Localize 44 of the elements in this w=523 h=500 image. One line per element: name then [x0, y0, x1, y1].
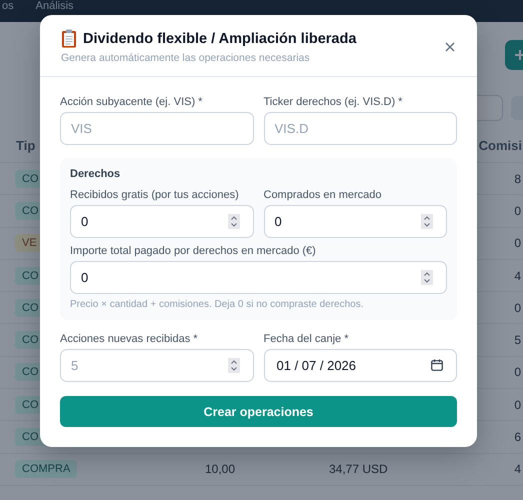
- field-label: Importe total pagado por derechos en mercado (€): [70, 245, 317, 257]
- table-cell: 0: [514, 204, 521, 218]
- hint-text: Precio × cantidad + comisiones. Deja 0 si no compraste derechos.: [70, 299, 364, 310]
- field-label: Comprados en mercado: [264, 189, 383, 201]
- nav-item[interactable]: os: [2, 0, 14, 12]
- field-label: Acción subyacente (ej. VIS) *: [60, 96, 204, 108]
- date-field[interactable]: 01 / 07 / 2026: [264, 349, 457, 382]
- table-cell: 0: [514, 300, 521, 315]
- column-header: Comisi: [478, 138, 522, 152]
- table-cell: 6: [514, 430, 521, 444]
- number-field[interactable]: 0: [70, 205, 254, 238]
- table-cell: 4: [514, 462, 521, 476]
- table-cell: 8: [514, 172, 521, 186]
- section-title: Derechos: [70, 168, 122, 180]
- modal-title: Dividendo flexible / Ampliación liberada: [83, 30, 356, 46]
- number-field[interactable]: 0: [264, 205, 447, 238]
- create-button[interactable]: Crear operaciones: [60, 396, 457, 427]
- spinner-icon[interactable]: [228, 358, 240, 373]
- nav-item[interactable]: Análisis: [36, 0, 74, 12]
- text-field[interactable]: VIS.D: [264, 112, 457, 145]
- spinner-icon[interactable]: [228, 214, 240, 229]
- plus-icon: [515, 50, 523, 60]
- text-field[interactable]: VIS: [60, 112, 254, 145]
- spinner-icon[interactable]: [421, 270, 433, 285]
- table-cell: 10,00: [205, 462, 236, 476]
- field-label: Ticker derechos (ej. VIS.D) *: [264, 96, 404, 108]
- field-label: Fecha del canje *: [264, 333, 350, 345]
- field-label: Acciones nuevas recibidas *: [60, 333, 199, 345]
- table-cell: 0: [514, 236, 521, 250]
- modal-subtitle: Genera automáticamente las operaciones necesarias: [61, 52, 311, 64]
- clipboard-icon: [61, 29, 77, 48]
- spinner-icon[interactable]: [421, 214, 433, 229]
- table-cell: 4: [514, 268, 521, 283]
- number-field[interactable]: 0: [70, 261, 447, 294]
- table-cell: 0: [514, 365, 521, 380]
- column-header: Tip: [16, 138, 36, 152]
- number-field[interactable]: 5: [60, 349, 254, 382]
- field-label: Recibidos gratis (por tus acciones): [70, 189, 240, 201]
- calendar-icon[interactable]: [431, 359, 443, 371]
- close-icon[interactable]: [445, 42, 455, 52]
- table-cell: 0: [514, 398, 521, 412]
- type-badge: COMPRA: [15, 460, 78, 478]
- table-cell: 5: [514, 333, 521, 348]
- table-cell: 34,77 USD: [329, 462, 388, 476]
